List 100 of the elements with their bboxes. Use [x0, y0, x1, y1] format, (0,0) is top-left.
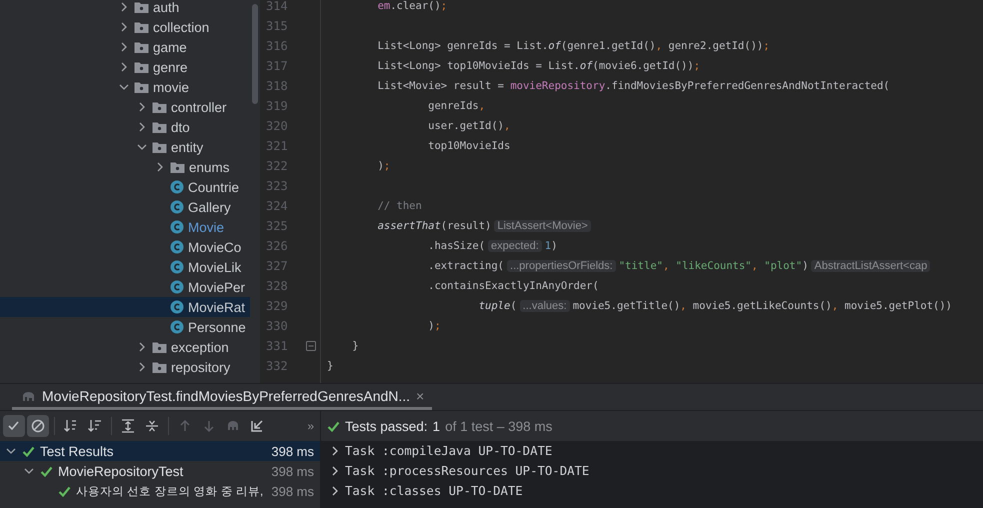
code-line: .hasSize( expected: 1) — [427, 239, 558, 254]
tree-item-label: dto — [171, 120, 190, 134]
line-number: 327 — [266, 259, 288, 273]
close-icon[interactable]: × — [416, 388, 424, 404]
check-icon — [22, 444, 35, 458]
code-line: // then — [376, 199, 423, 214]
code-line: assertThat(result) ListAssert<Movie> — [327, 216, 983, 236]
line-number: 318 — [266, 79, 288, 93]
tree-row[interactable]: enums — [0, 157, 250, 177]
code-line: em.clear(); — [376, 0, 448, 14]
class-icon — [170, 300, 184, 314]
tree-item-label: movie — [153, 80, 190, 94]
tree-item-label: genre — [153, 60, 188, 74]
code-line: List<Long> genreIds = List.of(genre1.getId(), genre2.getId()); — [376, 39, 771, 54]
fold-icon[interactable] — [306, 341, 316, 351]
tree-item-label: auth — [153, 0, 180, 14]
tree-item-label: entity — [171, 140, 204, 154]
tree-item-label: exception — [171, 340, 229, 354]
code-line: List<Movie> result = movieRepository.findMoviesByPreferredGenresAndNotInteracted( — [376, 79, 891, 94]
check-icon — [327, 420, 340, 432]
line-number: 325 — [266, 219, 288, 233]
test-name: Test Results — [40, 444, 114, 458]
tree-row[interactable]: auth — [0, 0, 250, 17]
passed-count: 1 — [432, 418, 440, 434]
check-button[interactable] — [3, 415, 25, 437]
code-line: genreIds, — [427, 99, 486, 114]
code-line: List<Long> top10MovieIds = List.of(movie6.getId()); — [376, 59, 702, 74]
check-icon — [58, 484, 71, 498]
code-line: ); — [376, 159, 392, 174]
code-line: tuple( ...values: movie5.getTitle(), movie5.getLikeCounts(), movie5.getPlot()) — [478, 299, 954, 314]
inlay-hint: expected: — [488, 240, 542, 252]
scrollbar-thumb[interactable] — [252, 4, 258, 104]
more-icon[interactable]: » — [307, 419, 320, 433]
tree-item-label: Movie — [188, 220, 224, 234]
tree-row[interactable]: entity — [0, 137, 250, 157]
console-line: Task :processResources UP-TO-DATE — [345, 464, 590, 478]
folder-icon — [152, 360, 167, 374]
code-line: top10MovieIds — [427, 139, 512, 154]
class-icon — [170, 220, 184, 234]
tree-row[interactable]: dto — [0, 117, 250, 137]
folder-icon — [134, 40, 149, 54]
tree-row[interactable]: MovieRat — [0, 297, 250, 317]
tree-row[interactable]: Movie — [0, 217, 250, 237]
tree-row[interactable]: MovieLik — [0, 257, 250, 277]
class-icon — [170, 320, 184, 334]
code-line: .extracting( ...propertiesOrFields: "title", "likeCounts", "plot") AbstractListAssert<cap — [327, 256, 983, 276]
line-number: 331 — [266, 339, 288, 353]
tree-row[interactable]: Gallery — [0, 197, 250, 217]
code-line: .containsExactlyInAnyOrder( — [427, 279, 600, 294]
inlay-hint: ...propertiesOrFields: — [507, 260, 616, 272]
line-number: 330 — [266, 319, 288, 333]
tree-row[interactable]: movie — [0, 77, 250, 97]
code-line: ); — [427, 319, 442, 334]
folder-icon — [134, 80, 149, 94]
folder-icon — [170, 160, 185, 174]
tree-row[interactable]: Countrie — [0, 177, 250, 197]
tree-row[interactable]: game — [0, 37, 250, 57]
tree-row[interactable]: genre — [0, 57, 250, 77]
folder-icon — [152, 140, 167, 154]
test-row[interactable]: MovieRepositoryTest 398 ms — [0, 461, 320, 481]
code-line: user.getId(), — [427, 119, 512, 134]
tree-row[interactable]: MovieCo — [0, 237, 250, 257]
check-icon — [40, 464, 53, 478]
folder-icon — [134, 60, 149, 74]
tree-row[interactable]: MoviePer — [0, 277, 250, 297]
line-number: 317 — [266, 59, 288, 73]
inlay-hint: ListAssert<Movie> — [494, 220, 591, 232]
prohibited-button[interactable] — [27, 415, 49, 437]
tree-item-label: MovieLik — [188, 260, 242, 274]
class-icon — [170, 280, 184, 294]
inlay-hint: ...values: — [520, 300, 570, 312]
line-number: 314 — [266, 0, 288, 13]
tree-row[interactable]: repository — [0, 357, 250, 377]
line-number: 328 — [266, 279, 288, 293]
folder-icon — [134, 20, 149, 34]
line-number: 315 — [266, 19, 288, 33]
inlay-hint: AbstractListAssert<cap — [811, 260, 930, 272]
prohibited-icon — [30, 418, 46, 434]
status-label: Tests passed: — [345, 418, 428, 434]
test-row[interactable]: Test Results 398 ms — [0, 441, 320, 461]
test-duration: 398 ms — [271, 444, 314, 458]
run-tab[interactable]: MovieRepositoryTest.findMoviesByPreferredGenresAndN... × — [12, 384, 432, 410]
class-icon — [170, 240, 184, 254]
test-duration: 398 ms — [271, 484, 314, 498]
test-duration: 398 ms — [271, 464, 314, 478]
tree-row[interactable]: exception — [0, 337, 250, 357]
tree-item-label: Gallery — [188, 200, 231, 214]
line-number: 320 — [266, 119, 288, 133]
tree-item-label: MovieRat — [188, 300, 246, 314]
tree-row[interactable]: collection — [0, 17, 250, 37]
line-number: 321 — [266, 139, 288, 153]
sort-alphabetical-icon — [63, 418, 79, 434]
tree-row[interactable]: Personne — [0, 317, 250, 337]
collapse-all-icon — [144, 418, 160, 434]
line-number: 326 — [266, 239, 288, 253]
status-summary: of 1 test – 398 ms — [445, 418, 552, 434]
code-line: } — [351, 339, 360, 354]
line-number: 316 — [266, 39, 288, 53]
test-row[interactable]: 사용자의 선호 장르의 영화 중 리뷰, 398 ms — [0, 481, 320, 501]
tree-row[interactable]: controller — [0, 97, 250, 117]
